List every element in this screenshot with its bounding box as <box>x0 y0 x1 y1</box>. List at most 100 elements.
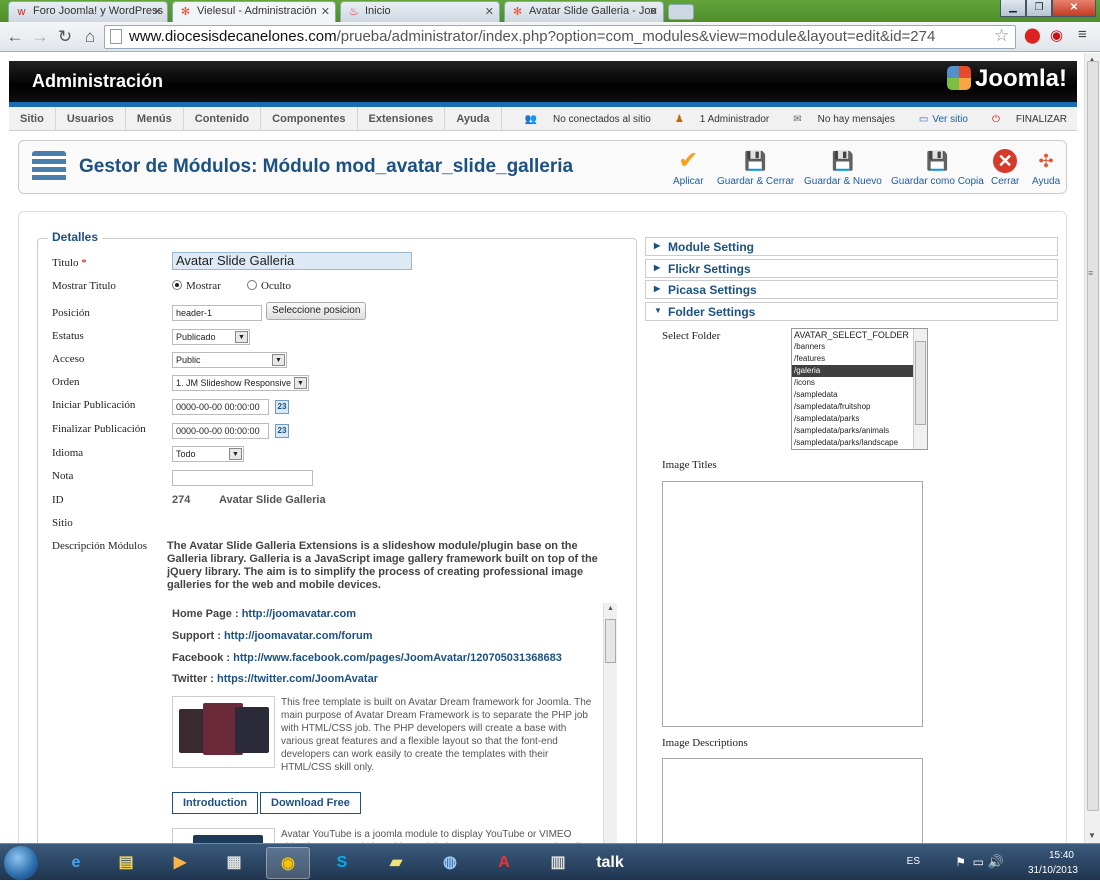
network-icon[interactable]: ◍ <box>428 847 472 879</box>
address-bar[interactable]: www.diocesisdecanelones.com/prueba/admin… <box>104 25 1016 49</box>
forward-arrow-icon[interactable]: → <box>30 27 50 47</box>
tab-foro-joomla[interactable]: w Foro Joomla! y WordPress ✕ <box>8 1 168 22</box>
support-link[interactable]: http://joomavatar.com/forum <box>224 630 373 642</box>
picasa-settings-panel[interactable]: ▶ Picasa Settings <box>645 280 1058 299</box>
clock-time[interactable]: 15:40 <box>1049 850 1074 861</box>
extension-icon[interactable]: ⬤ <box>1024 26 1041 44</box>
panel-scrollbar[interactable]: ▲ <box>603 603 617 843</box>
folder-option[interactable]: /icons <box>792 377 914 389</box>
menu-menus[interactable]: Menús <box>126 107 184 131</box>
flickr-settings-panel[interactable]: ▶ Flickr Settings <box>645 259 1058 278</box>
start-button[interactable] <box>4 846 38 880</box>
order-select[interactable]: 1. JM Slideshow Responsive ▼ <box>172 375 309 391</box>
tray-network-icon[interactable]: ▭ <box>973 855 984 869</box>
maximize-icon[interactable]: ❐ <box>1026 0 1052 17</box>
menu-icon[interactable]: ≡ <box>1078 26 1087 43</box>
notepad-icon[interactable]: ▦ <box>212 847 256 879</box>
folder-listbox[interactable]: AVATAR_SELECT_FOLDER /banners /features … <box>791 328 928 450</box>
download-free-button[interactable]: Download Free <box>260 792 361 814</box>
window-close-icon[interactable]: ✕ <box>1052 0 1096 17</box>
tab-label: Avatar Slide Galleria - Joo <box>529 5 657 17</box>
document-icon[interactable]: ▥ <box>536 847 580 879</box>
sticky-notes-icon[interactable]: ▰ <box>374 847 418 879</box>
calendar-icon[interactable]: 23 <box>275 400 289 414</box>
listbox-scrollbar[interactable] <box>913 329 927 449</box>
tray-flag-icon[interactable]: ⚑ <box>955 855 966 869</box>
folder-option[interactable]: /sampledata/parks <box>792 413 914 425</box>
menu-ayuda[interactable]: Ayuda <box>445 107 502 131</box>
minimize-icon[interactable]: ▁ <box>1000 0 1026 17</box>
menu-componentes[interactable]: Componentes <box>261 107 358 131</box>
image-descriptions-textarea[interactable] <box>662 758 923 843</box>
close-tab-icon[interactable]: ✕ <box>485 5 494 18</box>
select-position-button[interactable]: Seleccione posicion <box>266 302 367 320</box>
folder-settings-panel[interactable]: ▼ Folder Settings <box>645 302 1058 321</box>
bookmark-star-icon[interactable]: ☆ <box>994 26 1009 46</box>
folder-option[interactable]: /features <box>792 353 914 365</box>
folder-option[interactable]: /sampledata/parks/landscape <box>792 437 914 449</box>
home-icon[interactable]: ⌂ <box>80 27 100 47</box>
status-select[interactable]: Publicado ▼ <box>172 329 250 345</box>
page-scroll-thumb[interactable] <box>1087 61 1099 811</box>
scroll-down-icon[interactable]: ▼ <box>1088 831 1096 840</box>
google-talk-icon[interactable]: talk <box>588 847 632 879</box>
menu-sitio[interactable]: Sitio <box>9 107 56 131</box>
save-new-button[interactable]: 💾 Guardar & Nuevo <box>804 149 882 187</box>
new-tab-button[interactable] <box>668 4 694 20</box>
file-explorer-icon[interactable]: ▤ <box>104 847 148 879</box>
close-tab-icon[interactable]: ✕ <box>321 5 330 18</box>
view-site-link[interactable]: ▭ Ver sitio <box>907 114 968 125</box>
tab-inicio[interactable]: ♨ Inicio ✕ <box>340 1 500 22</box>
help-button[interactable]: ✣ Ayuda <box>1032 149 1060 187</box>
language-select[interactable]: Todo ▼ <box>172 446 244 462</box>
menu-extensiones[interactable]: Extensiones <box>358 107 446 131</box>
folder-option[interactable]: /sampledata/fruitshop <box>792 401 914 413</box>
close-tab-icon[interactable]: ✕ <box>153 5 162 18</box>
homepage-link[interactable]: http://joomavatar.com <box>242 608 356 620</box>
folder-option[interactable]: AVATAR_SELECT_FOLDER <box>792 329 914 341</box>
hide-title-radio[interactable]: Oculto <box>247 280 291 292</box>
volume-icon[interactable]: 🔊 <box>988 854 1004 870</box>
scroll-up-icon[interactable]: ▲ <box>607 605 614 612</box>
facebook-link[interactable]: http://www.facebook.com/pages/JoomAvatar… <box>233 652 562 664</box>
folder-option[interactable]: /banners <box>792 341 914 353</box>
tab-avatar-slide[interactable]: ✻ Avatar Slide Galleria - Joo ✕ <box>504 1 664 22</box>
start-publishing-input[interactable]: 0000-00-00 00:00:00 <box>172 399 269 415</box>
module-setting-panel[interactable]: ▶ Module Setting <box>645 237 1058 256</box>
opera-icon[interactable]: ◉ <box>1050 26 1063 44</box>
menu-contenido[interactable]: Contenido <box>184 107 262 131</box>
note-input[interactable] <box>172 470 313 486</box>
close-button[interactable]: ✕ Cerrar <box>991 149 1019 187</box>
position-input[interactable]: header-1 <box>172 305 262 321</box>
internet-explorer-icon[interactable]: e <box>54 847 98 879</box>
save-copy-button[interactable]: 💾 Guardar como Copia <box>891 149 984 187</box>
chrome-icon[interactable]: ◉ <box>266 847 310 879</box>
folder-option-selected[interactable]: /galeria <box>792 365 914 377</box>
language-indicator[interactable]: ES <box>907 856 920 867</box>
image-titles-textarea[interactable] <box>662 481 923 727</box>
save-close-button[interactable]: 💾 Guardar & Cerrar <box>717 149 794 187</box>
close-tab-icon[interactable]: ✕ <box>649 5 658 18</box>
access-select[interactable]: Public ▼ <box>172 352 287 368</box>
page-scrollbar[interactable]: ▲ ≡ ▼ <box>1084 53 1100 843</box>
acrobat-icon[interactable]: A <box>482 847 526 879</box>
menu-usuarios[interactable]: Usuarios <box>56 107 126 131</box>
title-input[interactable]: Avatar Slide Galleria <box>172 252 412 270</box>
finish-publishing-input[interactable]: 0000-00-00 00:00:00 <box>172 423 269 439</box>
listbox-scroll-thumb[interactable] <box>915 341 926 425</box>
scroll-thumb[interactable] <box>605 619 616 663</box>
introduction-button[interactable]: Introduction <box>172 792 259 814</box>
tab-vielesul-admin[interactable]: ✻ Vielesul - Administración ✕ <box>172 1 336 22</box>
back-arrow-icon[interactable]: ← <box>5 27 25 47</box>
logout-link[interactable]: ⏻ FINALIZAR <box>980 114 1067 125</box>
show-title-radio[interactable]: Mostrar <box>172 280 221 292</box>
calendar-icon[interactable]: 23 <box>275 424 289 438</box>
folder-option[interactable]: /sampledata/parks/animals <box>792 425 914 437</box>
media-player-icon[interactable]: ▶ <box>158 847 202 879</box>
apply-button[interactable]: ✔ Aplicar <box>673 149 704 188</box>
twitter-link[interactable]: https://twitter.com/JoomAvatar <box>217 673 378 685</box>
reload-icon[interactable]: ↻ <box>55 27 75 47</box>
clock-date[interactable]: 31/10/2013 <box>1028 865 1078 876</box>
folder-option[interactable]: /sampledata <box>792 389 914 401</box>
skype-icon[interactable]: S <box>320 847 364 879</box>
